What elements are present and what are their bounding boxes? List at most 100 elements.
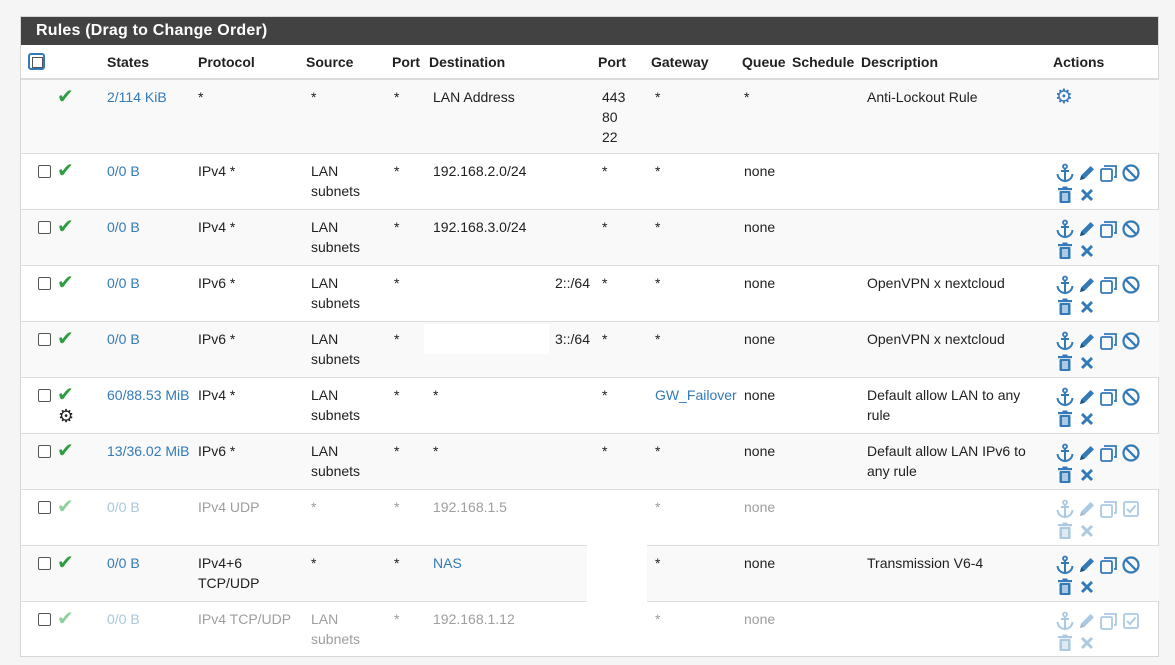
trash-icon[interactable] <box>1055 577 1075 597</box>
gear-icon[interactable]: ⚙ <box>1055 86 1073 108</box>
destination-value: 192.168.2.0/24 <box>433 162 527 179</box>
states-link[interactable]: 2/114 KiB <box>107 89 167 105</box>
anchor-icon[interactable] <box>1055 163 1075 183</box>
row-checkbox[interactable] <box>38 500 51 514</box>
row-checkbox[interactable] <box>38 220 51 234</box>
pencil-icon[interactable] <box>1077 275 1097 295</box>
source-port-value: * <box>394 554 400 571</box>
protocol-value: IPv4 * <box>198 218 236 235</box>
queue-value: none <box>744 498 776 515</box>
states-link[interactable]: 0/0 B <box>107 499 140 515</box>
copy-icon[interactable] <box>1099 387 1119 407</box>
copy-icon[interactable] <box>1099 163 1119 183</box>
trash-icon[interactable] <box>1055 521 1075 541</box>
anchor-icon[interactable] <box>1055 499 1075 519</box>
rule-row[interactable]: ✔ ⚙ 60/88.53 MiB IPv4 * LAN subnets * * * GW_Fai… <box>21 376 1159 433</box>
states-link[interactable]: 0/0 B <box>107 163 140 179</box>
close-icon[interactable] <box>1077 353 1097 373</box>
row-checkbox[interactable] <box>38 388 51 402</box>
select-all-checkbox[interactable] <box>28 52 45 70</box>
trash-icon[interactable] <box>1055 241 1075 261</box>
states-link[interactable]: 0/0 B <box>107 331 140 347</box>
close-icon[interactable] <box>1077 409 1097 429</box>
anchor-icon[interactable] <box>1055 443 1075 463</box>
anchor-icon[interactable] <box>1055 387 1075 407</box>
trash-icon[interactable] <box>1055 353 1075 373</box>
states-link[interactable]: 60/88.53 MiB <box>107 387 190 403</box>
disable-icon[interactable] <box>1121 219 1141 239</box>
destination-value: 192.168.1.5 <box>433 498 507 515</box>
trash-icon[interactable] <box>1055 409 1075 429</box>
row-checkbox[interactable] <box>38 444 51 458</box>
trash-icon[interactable] <box>1055 185 1075 205</box>
pencil-icon[interactable] <box>1077 499 1097 519</box>
copy-icon[interactable] <box>1099 219 1119 239</box>
enable-icon[interactable] <box>1121 611 1141 631</box>
rule-row[interactable]: ✔ 0/0 B IPv6 * LAN subnets * 3::/64 * * none Open… <box>21 320 1159 377</box>
pencil-icon[interactable] <box>1077 163 1097 183</box>
source-port-value: * <box>394 162 400 179</box>
close-icon[interactable] <box>1077 633 1097 653</box>
close-icon[interactable] <box>1077 577 1097 597</box>
states-link[interactable]: 0/0 B <box>107 275 140 291</box>
row-checkbox[interactable] <box>38 332 51 346</box>
copy-icon[interactable] <box>1099 275 1119 295</box>
rule-row[interactable]: ✔ 0/0 B IPv6 * LAN subnets * 2::/64 * * none Open… <box>21 264 1159 321</box>
close-icon[interactable] <box>1077 297 1097 317</box>
anchor-icon[interactable] <box>1055 219 1075 239</box>
row-checkbox[interactable] <box>38 276 51 290</box>
enable-icon[interactable] <box>1121 499 1141 519</box>
copy-icon[interactable] <box>1099 499 1119 519</box>
anchor-icon[interactable] <box>1055 331 1075 351</box>
row-actions <box>1049 208 1159 265</box>
states-link[interactable]: 0/0 B <box>107 219 140 235</box>
gateway-value: * <box>655 162 661 179</box>
pencil-icon[interactable] <box>1077 443 1097 463</box>
disable-icon[interactable] <box>1121 387 1141 407</box>
gateway-value: * <box>655 442 661 459</box>
row-checkbox[interactable] <box>38 556 51 570</box>
copy-icon[interactable] <box>1099 611 1119 631</box>
disable-icon[interactable] <box>1121 275 1141 295</box>
pencil-icon[interactable] <box>1077 611 1097 631</box>
disable-icon[interactable] <box>1121 163 1141 183</box>
states-link[interactable]: 13/36.02 MiB <box>107 443 190 459</box>
close-icon[interactable] <box>1077 521 1097 541</box>
close-icon[interactable] <box>1077 241 1097 261</box>
source-port-value: * <box>394 442 400 459</box>
disable-icon[interactable] <box>1121 443 1141 463</box>
rule-row[interactable]: ✔ 0/0 B IPv4 * LAN subnets * 192.168.2.0/24 * *… <box>21 152 1159 209</box>
anchor-icon[interactable] <box>1055 555 1075 575</box>
states-link[interactable]: 0/0 B <box>107 555 140 571</box>
row-checkbox[interactable] <box>38 164 51 178</box>
destination-link[interactable]: NAS <box>433 555 462 571</box>
trash-icon[interactable] <box>1055 633 1075 653</box>
protocol-value: IPv4+6 TCP/UDP <box>198 554 260 591</box>
anchor-icon[interactable] <box>1055 611 1075 631</box>
redacted-region <box>424 324 549 354</box>
pencil-icon[interactable] <box>1077 219 1097 239</box>
source-port-value: * <box>394 386 400 403</box>
rule-row[interactable]: ✔ 13/36.02 MiB IPv6 * LAN subnets * * * * none De… <box>21 432 1159 489</box>
copy-icon[interactable] <box>1099 331 1119 351</box>
trash-icon[interactable] <box>1055 465 1075 485</box>
pencil-icon[interactable] <box>1077 555 1097 575</box>
pencil-icon[interactable] <box>1077 387 1097 407</box>
pencil-icon[interactable] <box>1077 331 1097 351</box>
trash-icon[interactable] <box>1055 297 1075 317</box>
rule-row[interactable]: ✔ 0/0 B IPv4 * LAN subnets * 192.168.3.0/24 * *… <box>21 208 1159 265</box>
states-link[interactable]: 0/0 B <box>107 611 140 627</box>
rule-row[interactable]: ✔ 2/114 KiB * * * LAN Address 443 80 22 * * Anti-… <box>21 79 1159 153</box>
description-value: Transmission V6-4 <box>867 554 984 571</box>
copy-icon[interactable] <box>1099 443 1119 463</box>
source-value: LAN subnets <box>311 274 361 311</box>
row-checkbox[interactable] <box>38 612 51 626</box>
disable-icon[interactable] <box>1121 555 1141 575</box>
copy-icon[interactable] <box>1099 555 1119 575</box>
anchor-icon[interactable] <box>1055 275 1075 295</box>
panel-title: Rules (Drag to Change Order) <box>21 17 1158 45</box>
disable-icon[interactable] <box>1121 331 1141 351</box>
gateway-link[interactable]: GW_Failover <box>655 387 737 403</box>
close-icon[interactable] <box>1077 185 1097 205</box>
close-icon[interactable] <box>1077 465 1097 485</box>
